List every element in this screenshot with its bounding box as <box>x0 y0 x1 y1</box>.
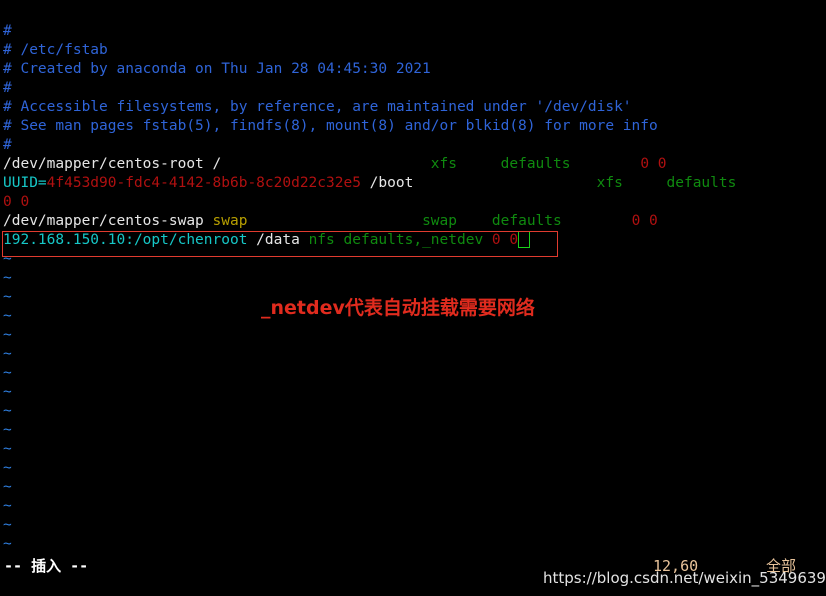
comment-text: # Created by anaconda on Thu Jan 28 04:4… <box>3 61 431 77</box>
nfs-mountpoint: /data <box>256 232 300 248</box>
tilde-glyph: ~ <box>3 327 12 343</box>
annotation-text: _netdev代表自动挂载需要网络 <box>261 297 535 319</box>
comment-text: # <box>3 23 12 39</box>
tilde-glyph: ~ <box>3 422 12 438</box>
tilde-glyph: ~ <box>3 498 12 514</box>
swap-dump-pass: 0 0 <box>631 213 658 229</box>
empty-line-marker: ~ <box>3 421 826 440</box>
comment-line: # See man pages fstab(5), findfs(8), mou… <box>3 117 826 136</box>
text-cursor <box>518 231 531 248</box>
tilde-glyph: ~ <box>3 441 12 457</box>
comment-text: # Accessible filesystems, by reference, … <box>3 99 632 115</box>
root-dump-pass: 0 0 <box>640 156 667 172</box>
root-options: defaults <box>500 156 571 172</box>
tilde-glyph: ~ <box>3 517 12 533</box>
comment-line: # <box>3 79 826 98</box>
empty-line-marker: ~ <box>3 535 826 554</box>
root-fstype: xfs <box>430 156 457 172</box>
blog-watermark: https://blog.csdn.net/weixin_53496398 <box>543 569 826 587</box>
swap-fstype: swap <box>422 213 457 229</box>
root-mountpoint: / <box>212 156 222 172</box>
vim-mode-indicator: -- 插入 -- <box>4 557 89 575</box>
tilde-glyph: ~ <box>3 460 12 476</box>
swap-options: defaults <box>491 213 562 229</box>
fstab-entry-boot[interactable]: UUID=4f453d90-fdc4-4142-8b6b-8c20d22c32e… <box>3 174 826 193</box>
fstab-entry-boot-wrap: 0 0 <box>3 193 826 212</box>
swap-device: /dev/mapper/centos-swap <box>3 213 204 229</box>
nfs-options: defaults,_netdev <box>343 232 484 248</box>
empty-line-marker: ~ <box>3 345 826 364</box>
comment-line: # Accessible filesystems, by reference, … <box>3 98 826 117</box>
tilde-glyph: ~ <box>3 403 12 419</box>
empty-line-marker: ~ <box>3 383 826 402</box>
empty-line-marker: ~ <box>3 364 826 383</box>
boot-uuid-value: 4f453d90-fdc4-4142-8b6b-8c20d22c32e5 <box>46 175 361 191</box>
tilde-glyph: ~ <box>3 536 12 552</box>
empty-lines-region: ~ ~ ~ ~ ~ ~ ~ ~ ~ ~ ~ ~ ~ ~ ~ ~ <box>3 250 826 554</box>
tilde-glyph: ~ <box>3 289 12 305</box>
boot-options: defaults <box>666 175 737 191</box>
fstab-entry-swap[interactable]: /dev/mapper/centos-swap swap swap defaul… <box>3 212 826 231</box>
empty-line-marker: ~ <box>3 440 826 459</box>
tilde-glyph: ~ <box>3 384 12 400</box>
swap-mountpoint: swap <box>212 213 248 229</box>
empty-line-marker: ~ <box>3 478 826 497</box>
empty-line-marker: ~ <box>3 250 826 269</box>
boot-fstype: xfs <box>596 175 623 191</box>
empty-line-marker: ~ <box>3 497 826 516</box>
empty-line-marker: ~ <box>3 402 826 421</box>
tilde-glyph: ~ <box>3 479 12 495</box>
comment-text: # See man pages fstab(5), findfs(8), mou… <box>3 118 658 134</box>
comment-line: # <box>3 22 826 41</box>
empty-line-marker: ~ <box>3 516 826 535</box>
tilde-glyph: ~ <box>3 346 12 362</box>
boot-uuid-key: UUID= <box>3 175 47 191</box>
boot-dump-pass: 0 0 <box>3 194 30 210</box>
comment-line: # <box>3 136 826 155</box>
comment-line: # Created by anaconda on Thu Jan 28 04:4… <box>3 60 826 79</box>
nfs-server-path: 192.168.150.10:/opt/chenroot <box>3 232 248 248</box>
comment-text: # <box>3 80 12 96</box>
empty-line-marker: ~ <box>3 459 826 478</box>
nfs-fstype: nfs <box>308 232 335 248</box>
tilde-glyph: ~ <box>3 365 12 381</box>
comment-text: # /etc/fstab <box>3 42 108 58</box>
fstab-entry-nfs[interactable]: 192.168.150.10:/opt/chenroot /data nfs d… <box>3 231 826 250</box>
empty-line-marker: ~ <box>3 326 826 345</box>
nfs-dump-pass: 0 0 <box>491 232 519 248</box>
tilde-glyph: ~ <box>3 270 12 286</box>
comment-line: # /etc/fstab <box>3 41 826 60</box>
empty-line-marker: ~ <box>3 269 826 288</box>
boot-mountpoint: /boot <box>369 175 414 191</box>
fstab-entry-root[interactable]: /dev/mapper/centos-root / xfs defaults 0… <box>3 155 826 174</box>
tilde-glyph: ~ <box>3 251 12 267</box>
root-device: /dev/mapper/centos-root <box>3 156 204 172</box>
tilde-glyph: ~ <box>3 308 12 324</box>
comment-text: # <box>3 137 12 153</box>
